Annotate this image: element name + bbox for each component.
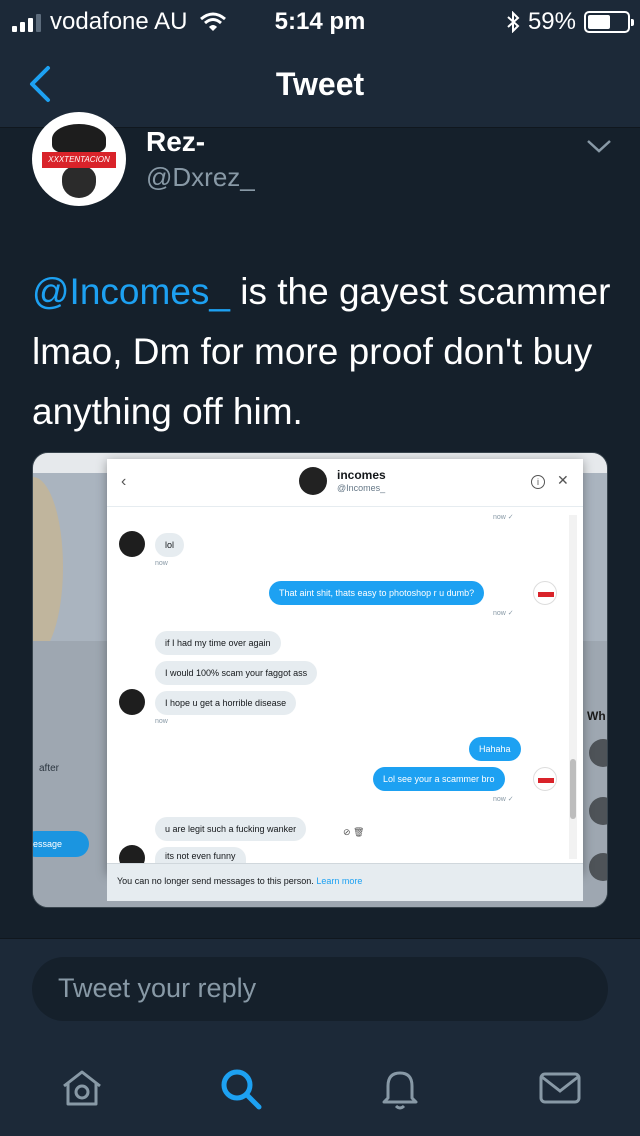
bg-text: after	[39, 763, 60, 774]
message-bubble: if I had my time over again	[155, 631, 281, 655]
chevron-down-icon[interactable]	[586, 136, 612, 156]
battery-percent: 59%	[527, 8, 576, 35]
notifications-icon[interactable]	[376, 1064, 424, 1112]
info-icon: i	[531, 475, 545, 489]
dm-footer-text: You can no longer send messages to this …	[117, 876, 314, 886]
dm-avatar	[533, 581, 557, 605]
home-icon[interactable]	[58, 1064, 106, 1112]
message-meta: now ✓	[493, 796, 514, 803]
message-meta: now	[155, 718, 168, 725]
message-bubble: That aint shit, thats easy to photoshop …	[269, 581, 485, 605]
avatar-banner: XXXTENTACION	[42, 152, 116, 168]
message-bubble: its not even funny	[155, 847, 246, 863]
dm-avatar	[119, 531, 145, 557]
learn-more-link: Learn more	[316, 876, 363, 886]
search-icon[interactable]	[216, 1064, 264, 1112]
dm-header: ‹ incomes @Incomes_ i ✕	[107, 459, 583, 507]
dm-handle: @Incomes_	[337, 483, 386, 493]
bluetooth-icon	[507, 11, 520, 33]
mention-link[interactable]: @Incomes_	[32, 271, 230, 312]
bg-message-button: essage	[33, 831, 89, 857]
tweet-media[interactable]: after essage Wh ‹ incomes @Incomes_ i ✕ …	[32, 452, 608, 908]
close-icon: ✕	[557, 472, 569, 488]
message-meta: now	[155, 560, 168, 567]
dm-window: ‹ incomes @Incomes_ i ✕ now ✓ lol now Th…	[107, 459, 583, 901]
dm-back-icon: ‹	[121, 473, 127, 490]
dm-avatar	[299, 467, 327, 495]
message-bubble: lol	[155, 533, 185, 557]
message-bubble: Lol see your a scammer bro	[373, 767, 505, 791]
dm-avatar	[533, 767, 557, 791]
message-bubble: I would 100% scam your faggot ass	[155, 661, 318, 685]
battery-icon	[584, 11, 634, 33]
tweet-text: @Incomes_ is the gayest scammer lmao, Dm…	[32, 262, 612, 442]
author-avatar[interactable]: XXXTENTACION	[32, 112, 126, 206]
message-meta: now ✓	[493, 610, 514, 617]
message-bubble: I hope u get a horrible disease	[155, 691, 297, 715]
dm-footer: You can no longer send messages to this …	[107, 863, 583, 901]
message-bubble: u are legit such a fucking wanker	[155, 817, 307, 841]
tab-bar	[0, 1034, 640, 1136]
messages-icon[interactable]	[536, 1064, 584, 1112]
message-bubble: Hahaha	[469, 737, 521, 761]
author-handle[interactable]: @Dxrez_	[146, 162, 255, 193]
status-bar: vodafone AU 5:14 pm 59%	[0, 0, 640, 40]
author-name[interactable]: Rez-	[146, 126, 205, 158]
reply-bar: Tweet your reply	[0, 938, 640, 1034]
dm-name: incomes	[337, 468, 386, 482]
message-actions: ⊘ 🗑	[343, 827, 365, 837]
page-title: Tweet	[275, 66, 365, 102]
scrollbar	[569, 515, 577, 859]
reply-input[interactable]: Tweet your reply	[32, 957, 608, 1021]
bg-text: Wh	[587, 709, 606, 723]
dm-avatar	[119, 689, 145, 715]
message-meta: now ✓	[493, 514, 514, 521]
